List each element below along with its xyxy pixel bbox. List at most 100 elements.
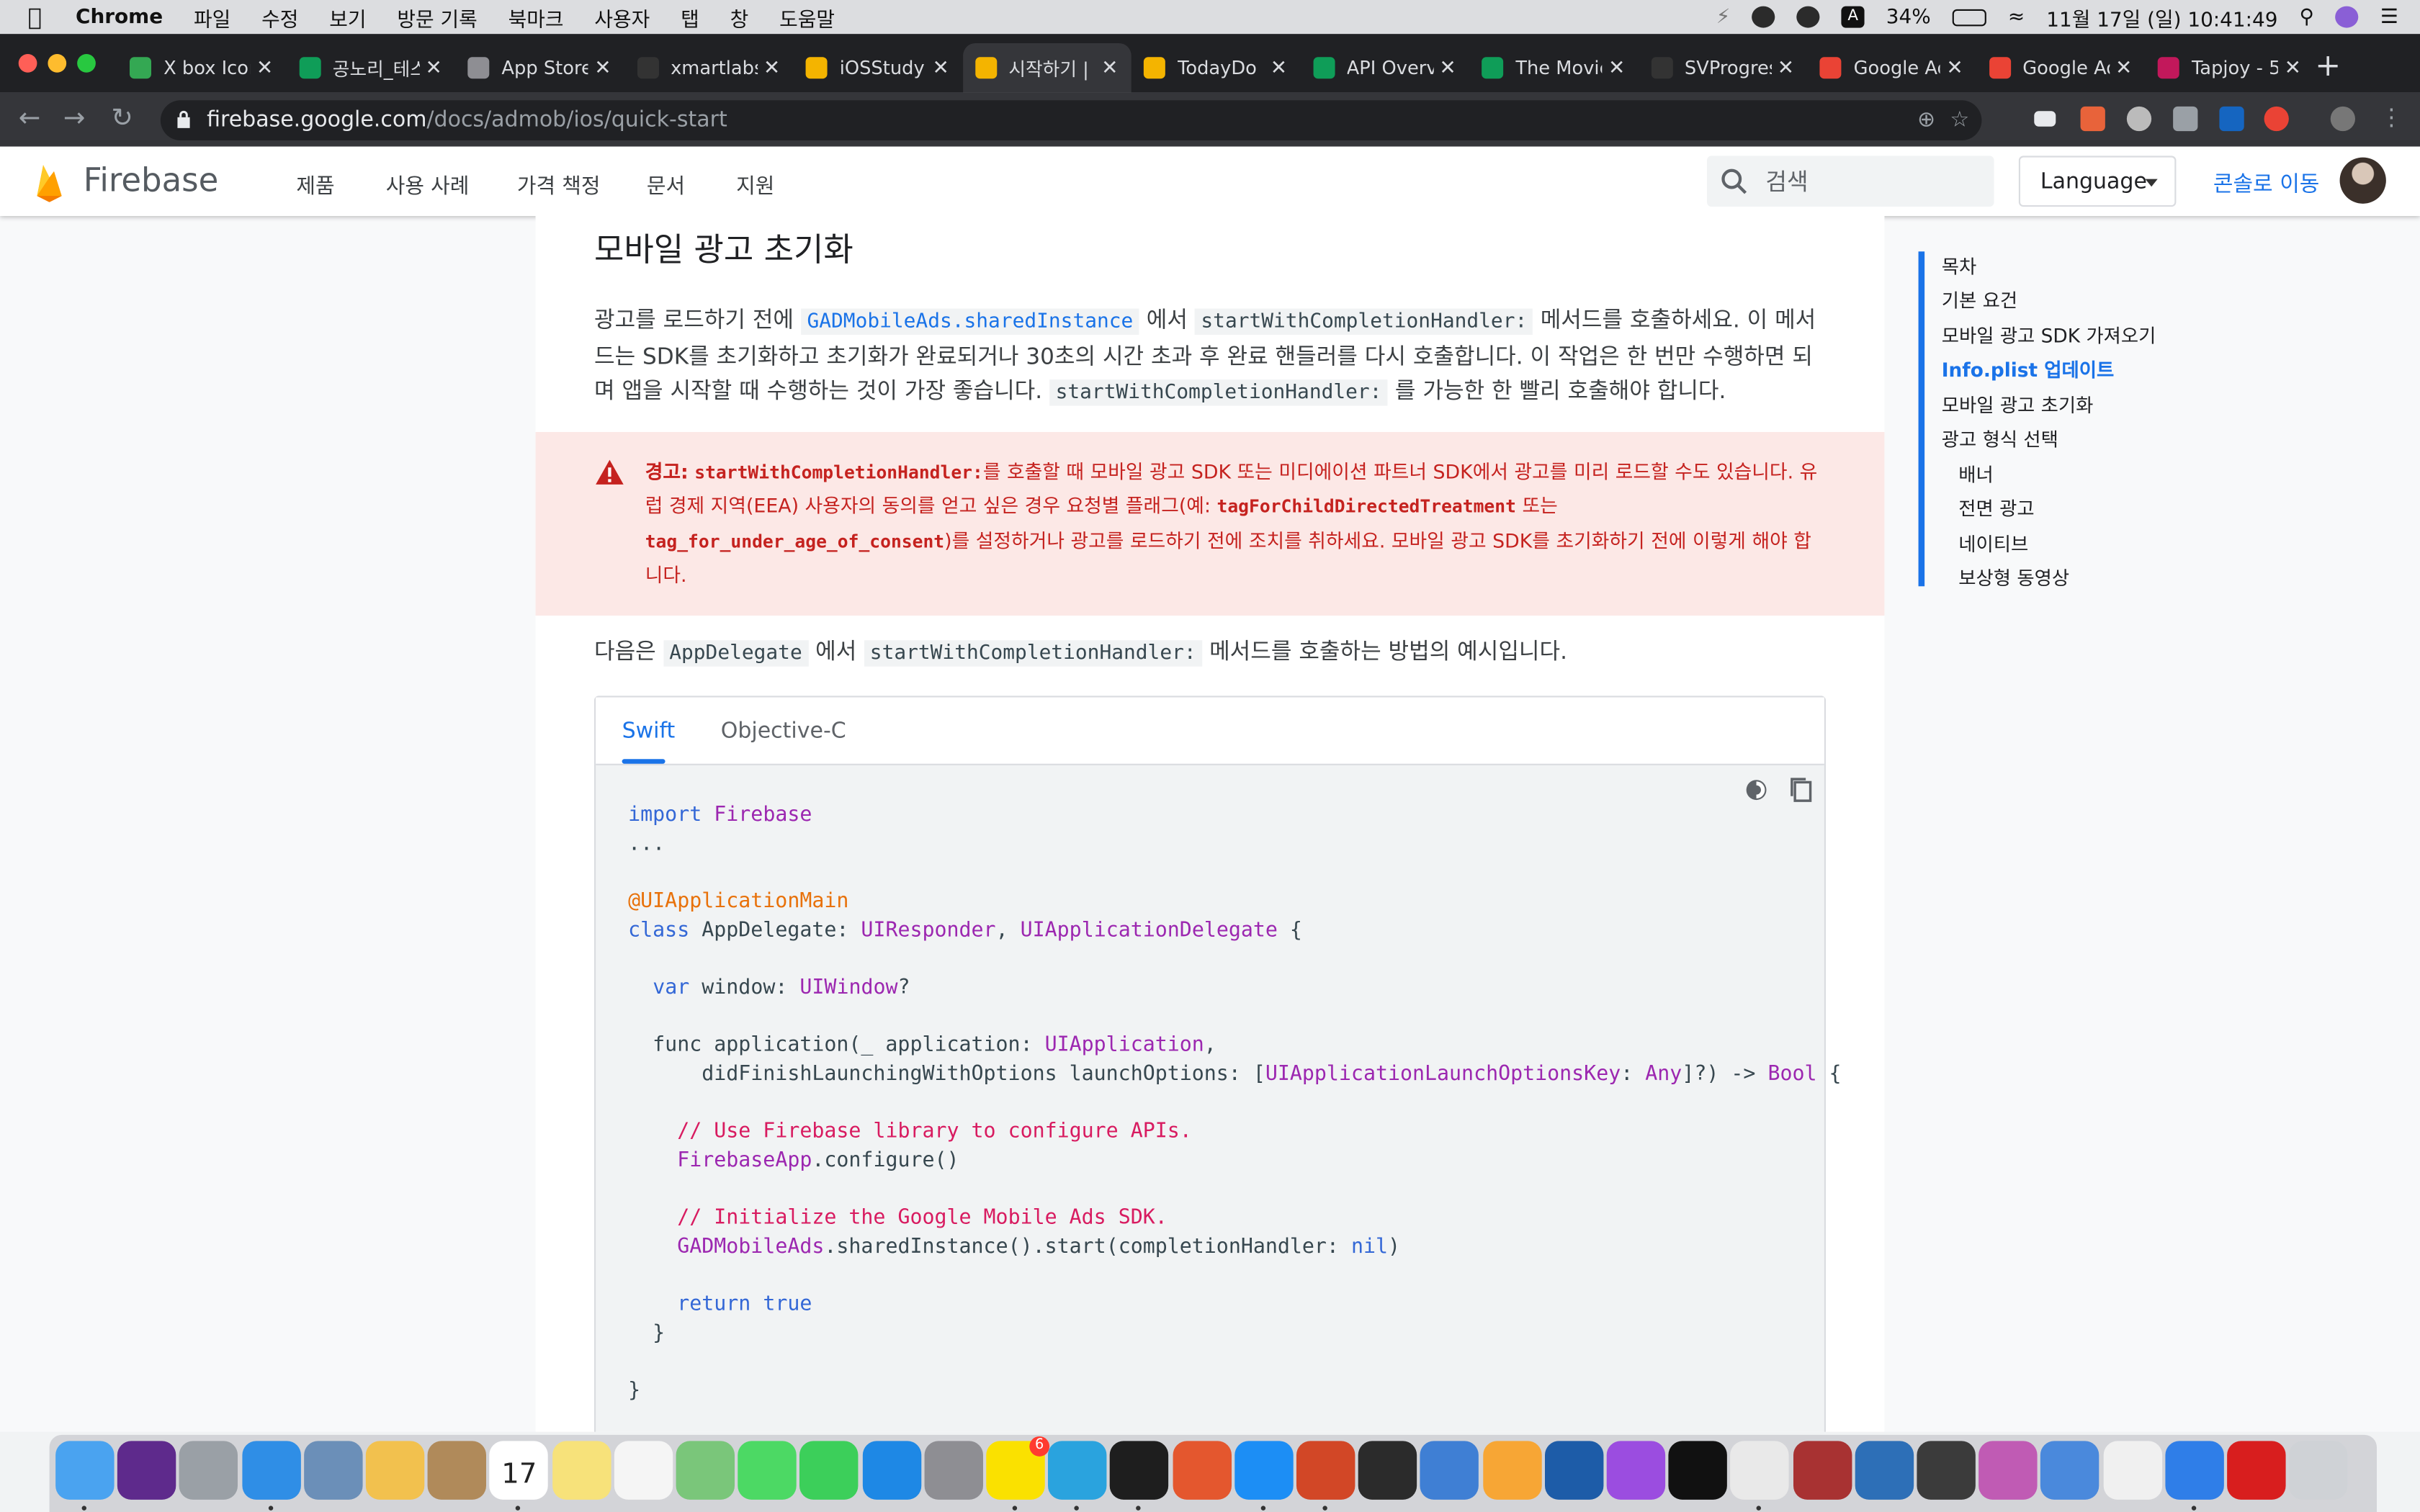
macos-installer-icon[interactable]: [1978, 1441, 2038, 1500]
chat-status-icon[interactable]: [1796, 6, 1820, 28]
app-store-icon[interactable]: [861, 1441, 921, 1500]
toc-item-native[interactable]: 네이티브: [1958, 529, 2028, 557]
apple-icon[interactable]: : [28, 3, 42, 31]
tab-close-icon[interactable]: ✕: [256, 56, 273, 79]
menu-help[interactable]: 도움말: [779, 2, 835, 32]
textedit-icon[interactable]: [2102, 1441, 2162, 1500]
extension-icon[interactable]: [2126, 106, 2152, 132]
menu-file[interactable]: 파일: [194, 2, 230, 32]
nav-docs[interactable]: 문서: [647, 168, 685, 199]
browser-tab[interactable]: xmartlabs ✕: [624, 43, 793, 93]
toc-item-rewarded-video[interactable]: 보상형 동영상: [1958, 563, 2069, 591]
browser-tab[interactable]: API Overv ✕: [1300, 43, 1469, 93]
keynote-icon[interactable]: [2040, 1441, 2100, 1500]
extension-icon[interactable]: [2034, 111, 2056, 127]
menu-app-name[interactable]: Chrome: [76, 6, 163, 29]
tab-swift[interactable]: Swift: [622, 719, 676, 744]
firebase-brand[interactable]: Firebase: [84, 162, 219, 199]
input-source-icon[interactable]: A: [1841, 6, 1865, 28]
profile-avatar[interactable]: [2330, 106, 2355, 132]
minimize-window-button[interactable]: [48, 54, 67, 73]
zoom-window-button[interactable]: [77, 54, 96, 73]
tab-close-icon[interactable]: ✕: [1439, 56, 1456, 79]
clock[interactable]: 11월 17일 (일) 10:41:49: [2046, 2, 2277, 32]
telegram-status-icon[interactable]: [1752, 6, 1775, 28]
go-to-console-link[interactable]: 콘솔로 이동: [2213, 168, 2320, 199]
wifi-icon[interactable]: ≈: [2008, 6, 2025, 29]
xcode-icon[interactable]: [1234, 1441, 1294, 1500]
bookmark-star-icon[interactable]: ☆: [1950, 108, 1969, 132]
iterm-icon[interactable]: [1358, 1441, 1417, 1500]
browser-tab[interactable]: App Store ✕: [455, 43, 624, 93]
browser-tab[interactable]: Tapjoy - 5 ✕: [2146, 43, 2314, 93]
menu-people[interactable]: 사용자: [594, 2, 650, 32]
install-icon[interactable]: ⊕: [1917, 108, 1935, 132]
xcode-instruments-icon[interactable]: [1420, 1441, 1479, 1500]
terminal-icon[interactable]: [1110, 1441, 1169, 1500]
folder-icon[interactable]: [2164, 1441, 2224, 1500]
toc-item-ad-format[interactable]: 광고 형식 선택: [1942, 424, 2058, 452]
preview-icon[interactable]: [303, 1441, 363, 1500]
menu-window[interactable]: 창: [730, 2, 749, 32]
telegram-icon[interactable]: [1048, 1441, 1107, 1500]
apple-tv-icon[interactable]: [1668, 1441, 1728, 1500]
tab-close-icon[interactable]: ✕: [763, 56, 780, 79]
menu-tab[interactable]: 탭: [681, 2, 699, 32]
firebase-logo-icon[interactable]: [34, 162, 65, 202]
menu-bookmarks[interactable]: 북마크: [508, 2, 564, 32]
siri-icon[interactable]: [2335, 6, 2360, 28]
menu-view[interactable]: 보기: [329, 2, 366, 32]
tab-close-icon[interactable]: ✕: [1778, 56, 1794, 79]
quicktime-icon[interactable]: [1855, 1441, 1914, 1500]
browser-tab[interactable]: TodayDo ✕: [1131, 43, 1300, 93]
user-avatar[interactable]: [2339, 157, 2386, 204]
tab-close-icon[interactable]: ✕: [932, 56, 949, 79]
browser-tab[interactable]: 시작하기 | ✕: [962, 43, 1131, 93]
browser-tab[interactable]: Google Ad ✕: [1807, 43, 1976, 93]
maps-icon[interactable]: [676, 1441, 735, 1500]
theme-toggle-icon[interactable]: [1744, 778, 1768, 802]
reminders-icon[interactable]: [614, 1441, 673, 1500]
photos-icon[interactable]: [365, 1441, 425, 1500]
flash-icon[interactable]: [2227, 1441, 2286, 1500]
new-tab-icon[interactable]: +: [2315, 46, 2341, 83]
browser-tab[interactable]: X box Icon ✕: [117, 43, 286, 93]
tab-close-icon[interactable]: ✕: [1608, 56, 1625, 79]
reload-icon[interactable]: ↻: [111, 104, 133, 135]
facetime-icon[interactable]: [799, 1441, 859, 1500]
code-link[interactable]: GADMobileAds.sharedInstance: [800, 308, 1139, 335]
git-client-icon[interactable]: [1172, 1441, 1232, 1500]
podcasts-icon[interactable]: [1606, 1441, 1666, 1500]
tab-close-icon[interactable]: ✕: [2285, 56, 2301, 79]
forward-icon[interactable]: →: [63, 104, 86, 135]
tab-close-icon[interactable]: ✕: [2115, 56, 2132, 79]
finder-icon[interactable]: [55, 1441, 115, 1500]
browser-tab[interactable]: Google Ad ✕: [1976, 43, 2145, 93]
sketch-icon[interactable]: [1482, 1441, 1541, 1500]
launchpad-icon[interactable]: [179, 1441, 238, 1500]
nav-support[interactable]: 지원: [736, 168, 774, 199]
messages-icon[interactable]: [738, 1441, 797, 1500]
contacts-icon[interactable]: [427, 1441, 487, 1500]
trash-icon[interactable]: [2289, 1441, 2348, 1500]
extension-icon[interactable]: [2264, 106, 2289, 132]
spotlight-icon[interactable]: ⚲: [2299, 6, 2313, 29]
toc-item-import-sdk[interactable]: 모바일 광고 SDK 가져오기: [1942, 321, 2156, 349]
menu-edit[interactable]: 수정: [261, 2, 298, 32]
language-select[interactable]: Language: [2018, 156, 2177, 207]
extension-icon[interactable]: [2080, 106, 2105, 132]
browser-tab[interactable]: The Movie ✕: [1469, 43, 1638, 93]
notes-icon[interactable]: [552, 1441, 611, 1500]
address-bar[interactable]: firebase.google.com/docs/admob/ios/quick…: [160, 100, 1982, 140]
sourcetree-icon[interactable]: [1544, 1441, 1603, 1500]
calendar-icon[interactable]: 17: [490, 1441, 549, 1500]
back-icon[interactable]: ←: [19, 104, 41, 135]
toc-item-interstitial[interactable]: 전면 광고: [1958, 494, 2034, 522]
browser-tab[interactable]: SVProgres ✕: [1639, 43, 1807, 93]
extension-icon[interactable]: [2173, 106, 2198, 132]
toc-item-update-info-plist[interactable]: Info.plist 업데이트: [1942, 355, 2114, 383]
flash-icon[interactable]: ⚡: [1716, 6, 1731, 29]
dictionary-icon[interactable]: [1793, 1441, 1852, 1500]
search-input[interactable]: 검색: [1707, 156, 1994, 207]
tab-close-icon[interactable]: ✕: [1270, 56, 1287, 79]
